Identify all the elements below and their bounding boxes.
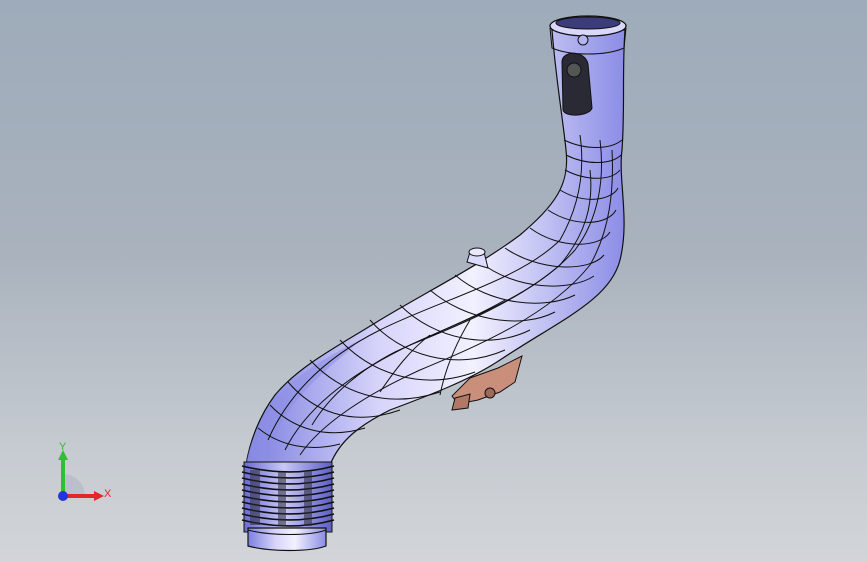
orientation-triad[interactable]: Y X [48, 440, 118, 510]
sensor-port-hole [566, 62, 582, 78]
bend-boss-cap [468, 247, 486, 257]
bellows[interactable] [241, 461, 335, 533]
top-fastener[interactable] [577, 34, 589, 46]
sensor-port[interactable] [561, 52, 593, 116]
bottom-cuff[interactable] [247, 527, 327, 552]
graphics-viewport[interactable]: Y X [0, 0, 867, 562]
z-axis-dot [58, 491, 68, 501]
pipe-model[interactable] [0, 0, 867, 562]
y-axis-label: Y [59, 441, 67, 453]
bracket-hole [484, 387, 496, 399]
top-inlet-opening [555, 16, 621, 30]
x-axis-label: X [104, 488, 112, 500]
x-axis-head [94, 491, 104, 501]
